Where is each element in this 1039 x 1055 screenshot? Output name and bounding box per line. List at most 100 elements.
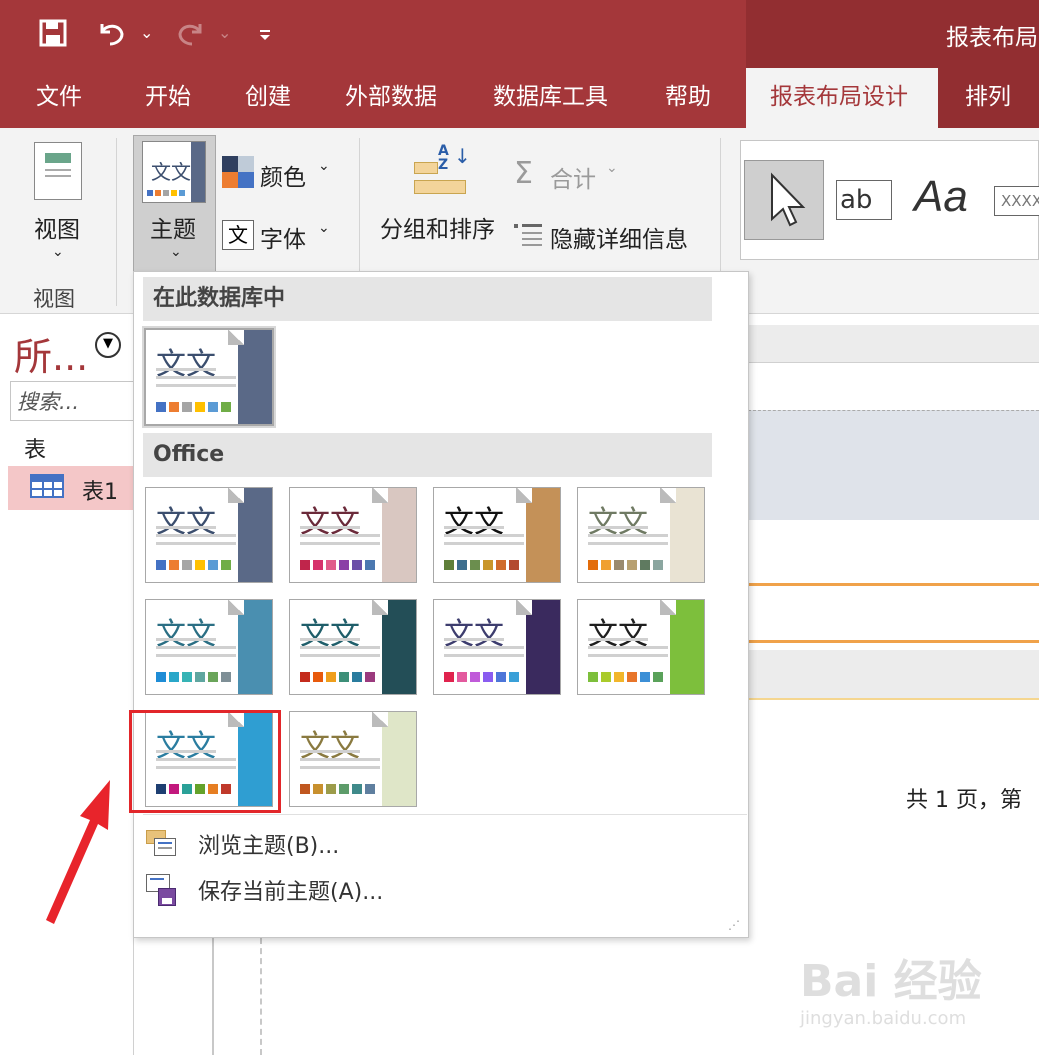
section-header-office: Office bbox=[143, 433, 712, 477]
theme-sample-line bbox=[588, 542, 668, 545]
colors-label[interactable]: 颜色 bbox=[260, 158, 306, 192]
report-line bbox=[748, 640, 1039, 643]
color-swatch bbox=[221, 402, 231, 412]
nav-search-input[interactable]: 搜索... bbox=[10, 381, 134, 421]
fonts-icon[interactable]: 文 bbox=[222, 220, 254, 250]
colors-icon[interactable] bbox=[222, 156, 254, 188]
tab-file[interactable]: 文件 bbox=[36, 68, 82, 128]
theme-office-2[interactable]: 文文 bbox=[289, 487, 417, 583]
color-swatch bbox=[208, 560, 218, 570]
group-sort-label[interactable]: 分组和排序 bbox=[380, 210, 495, 244]
annotation-arrow bbox=[46, 780, 110, 924]
hide-details-icon[interactable] bbox=[514, 222, 542, 246]
color-swatch bbox=[169, 402, 179, 412]
theme-office-6[interactable]: 文文 bbox=[289, 599, 417, 695]
tab-report-layout-design[interactable]: 报表布局设计 bbox=[746, 68, 938, 128]
totals-label: 合计 bbox=[550, 167, 596, 193]
nav-section-tables[interactable]: 表 bbox=[24, 432, 46, 464]
color-swatch bbox=[195, 402, 205, 412]
theme-office-10[interactable]: 文文 bbox=[289, 711, 417, 807]
tab-home[interactable]: 开始 bbox=[145, 68, 191, 128]
color-swatch bbox=[313, 784, 323, 794]
tab-database-tools[interactable]: 数据库工具 bbox=[493, 68, 608, 128]
theme-sample-line bbox=[156, 654, 236, 657]
ribbon-separator bbox=[116, 138, 117, 306]
theme-sample-line bbox=[588, 638, 648, 641]
tab-create[interactable]: 创建 bbox=[245, 68, 291, 128]
theme-sample-line bbox=[444, 654, 524, 657]
browse-themes-item[interactable]: 浏览主题(B)... bbox=[198, 828, 339, 860]
tab-arrange[interactable]: 排列 bbox=[965, 68, 1011, 128]
save-icon[interactable] bbox=[38, 18, 68, 55]
label-control-button[interactable]: Aa bbox=[914, 172, 968, 222]
button-control[interactable]: XXXX bbox=[994, 186, 1039, 216]
save-current-theme-item[interactable]: 保存当前主题(A)... bbox=[198, 874, 383, 906]
page-fold bbox=[516, 488, 532, 503]
theme-current-database[interactable]: 文文 bbox=[144, 328, 274, 426]
ribbon-separator bbox=[359, 138, 360, 272]
page-fold bbox=[228, 330, 244, 345]
theme-sample-line bbox=[300, 750, 360, 753]
color-swatch bbox=[457, 560, 467, 570]
theme-office-8[interactable]: 文文 bbox=[577, 599, 705, 695]
color-swatch bbox=[156, 672, 166, 682]
window-title: 报表布局 bbox=[946, 25, 1038, 51]
color-swatch bbox=[509, 560, 519, 570]
color-swatch bbox=[169, 560, 179, 570]
color-swatch bbox=[470, 672, 480, 682]
redo-dropdown-icon: ⌄ bbox=[218, 23, 232, 42]
resize-grip-icon[interactable]: ⋰ bbox=[728, 918, 740, 932]
report-header-band bbox=[748, 410, 1039, 520]
theme-sample-line bbox=[156, 376, 236, 379]
theme-sample-line bbox=[156, 384, 236, 387]
nav-pane-title[interactable]: 所... bbox=[14, 326, 88, 381]
report-section-bar bbox=[748, 650, 1039, 700]
color-swatch bbox=[509, 672, 519, 682]
color-swatch bbox=[156, 402, 166, 412]
color-swatch bbox=[627, 672, 637, 682]
watermark-logo: Bai 经验 bbox=[800, 956, 982, 1007]
undo-dropdown-icon[interactable]: ⌄ bbox=[140, 18, 153, 48]
nav-item-table1-label: 表1 bbox=[82, 480, 118, 505]
view-chevron-icon[interactable]: ⌄ bbox=[52, 244, 64, 260]
textbox-control-button[interactable]: ab bbox=[836, 180, 892, 220]
color-swatch bbox=[195, 560, 205, 570]
tab-help[interactable]: 帮助 bbox=[665, 68, 711, 128]
group-sort-icon[interactable]: AZ ↓ bbox=[410, 142, 471, 202]
theme-button-label[interactable]: 主题 bbox=[150, 210, 196, 244]
view-button-label[interactable]: 视图 bbox=[34, 210, 80, 244]
hide-details-label[interactable]: 隐藏详细信息 bbox=[550, 220, 688, 254]
fonts-chevron-icon[interactable]: ⌄ bbox=[318, 220, 330, 236]
fonts-label[interactable]: 字体 bbox=[260, 220, 306, 254]
page-fold bbox=[372, 712, 388, 727]
theme-office-3[interactable]: 文文 bbox=[433, 487, 561, 583]
theme-office-1[interactable]: 文文 bbox=[145, 487, 273, 583]
table-icon bbox=[30, 474, 64, 498]
save-theme-icon bbox=[146, 874, 178, 906]
color-swatch bbox=[601, 560, 611, 570]
sum-icon: Σ bbox=[514, 156, 533, 191]
select-pointer-button[interactable] bbox=[744, 160, 824, 240]
view-icon[interactable] bbox=[34, 142, 82, 200]
theme-sample-line bbox=[156, 534, 236, 537]
theme-office-7[interactable]: 文文 bbox=[433, 599, 561, 695]
page-fold bbox=[660, 600, 676, 615]
theme-sample-line bbox=[156, 542, 236, 545]
colors-chevron-icon[interactable]: ⌄ bbox=[318, 158, 330, 174]
tab-external-data[interactable]: 外部数据 bbox=[345, 68, 437, 128]
theme-office-4[interactable]: 文文 bbox=[577, 487, 705, 583]
color-swatch bbox=[457, 672, 467, 682]
view-group-label: 视图 bbox=[33, 287, 75, 311]
color-swatch bbox=[470, 560, 480, 570]
color-swatch bbox=[326, 560, 336, 570]
color-swatch bbox=[627, 560, 637, 570]
theme-office-5[interactable]: 文文 bbox=[145, 599, 273, 695]
nav-menu-dropdown-icon[interactable]: ▼ bbox=[95, 332, 121, 358]
page-footer-text: 共 1 页，第 bbox=[906, 788, 1022, 813]
theme-sample-line bbox=[156, 368, 216, 371]
customize-qat-icon[interactable] bbox=[258, 18, 272, 58]
color-swatch bbox=[365, 784, 375, 794]
color-swatch bbox=[653, 672, 663, 682]
undo-icon[interactable] bbox=[96, 18, 128, 55]
theme-chevron-icon[interactable]: ⌄ bbox=[170, 244, 182, 260]
